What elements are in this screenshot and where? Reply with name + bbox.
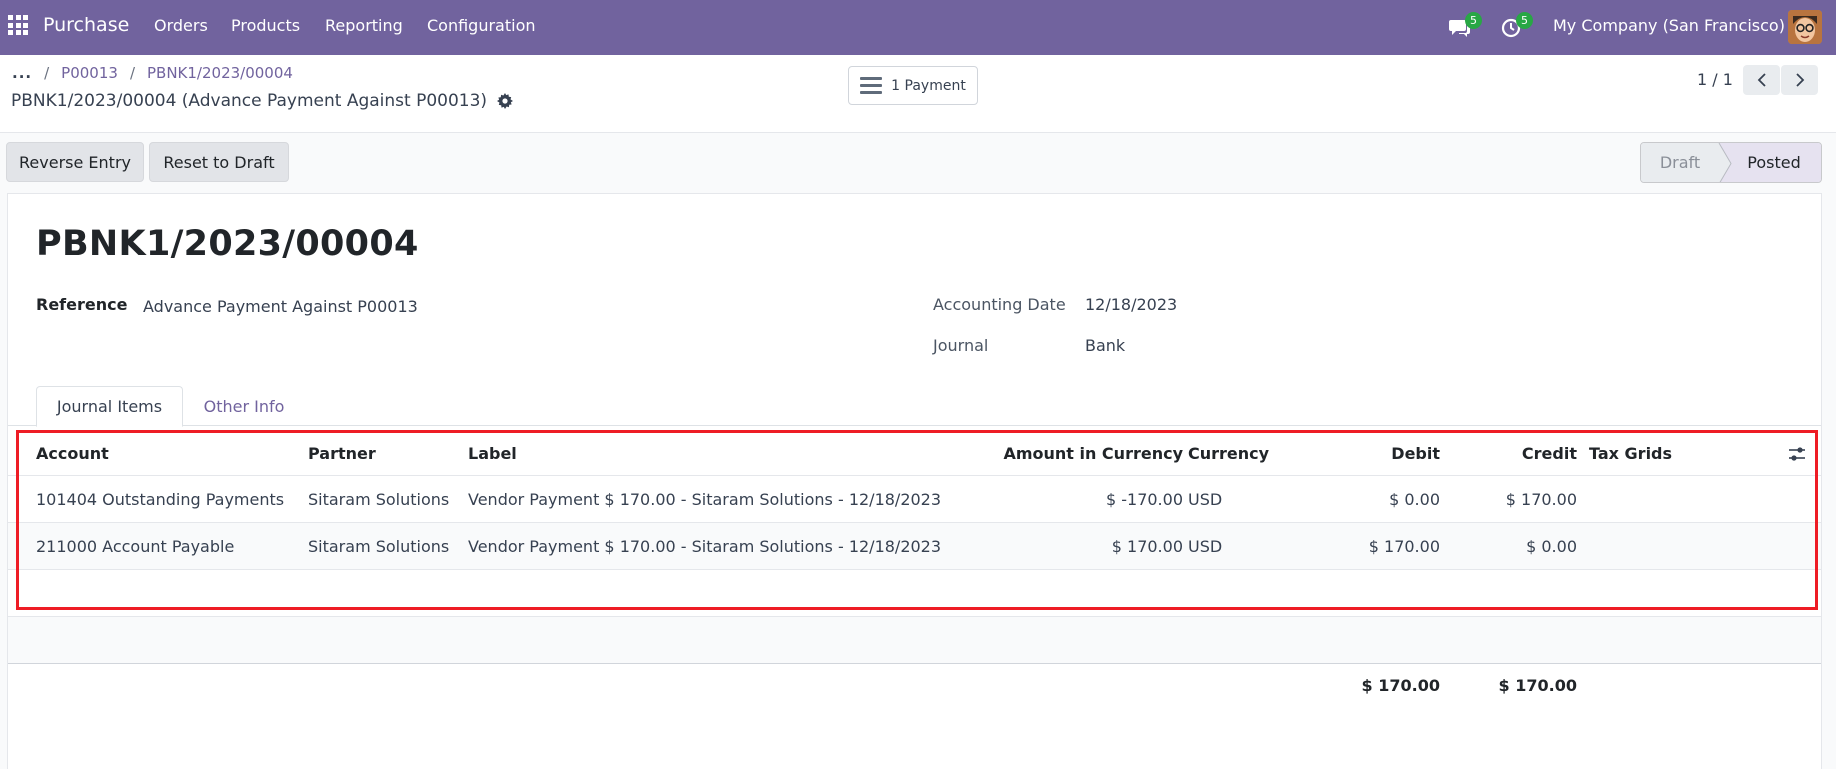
status-arrow-icon (1713, 143, 1732, 182)
notebook-tabs: Journal Items Other Info (8, 386, 1821, 427)
row-currency[interactable]: USD (1188, 490, 1222, 509)
pager-previous-button[interactable] (1743, 65, 1780, 95)
row-currency[interactable]: USD (1188, 537, 1222, 556)
header-label[interactable]: Label (468, 444, 517, 463)
reference-value[interactable]: Advance Payment Against P00013 (143, 297, 418, 316)
entry-title: PBNK1/2023/00004 (36, 224, 419, 264)
messages-badge: 5 (1465, 12, 1482, 29)
empty-row (8, 570, 1821, 617)
accounting-date-value[interactable]: 12/18/2023 (1085, 295, 1177, 314)
row-account[interactable]: 211000 Account Payable (36, 537, 234, 556)
app-grid-icon[interactable] (8, 15, 28, 35)
header-partner[interactable]: Partner (308, 444, 376, 463)
row-debit[interactable]: $ 0.00 (1308, 490, 1440, 509)
row-amount-currency[interactable]: $ -170.00 (968, 490, 1183, 509)
header-debit[interactable]: Debit (1308, 444, 1440, 463)
top-navbar: Purchase Orders Products Reporting Confi… (0, 0, 1836, 55)
chevron-right-icon (1795, 73, 1804, 87)
total-credit: $ 170.00 (1498, 676, 1577, 695)
row-label[interactable]: Vendor Payment $ 170.00 - Sitaram Soluti… (468, 537, 941, 556)
accounting-date-label: Accounting Date (933, 295, 1066, 314)
header-currency[interactable]: Currency (1188, 444, 1269, 463)
tab-journal-items[interactable]: Journal Items (36, 386, 183, 427)
row-credit[interactable]: $ 170.00 (1448, 490, 1577, 509)
header-amount-currency[interactable]: Amount in Currency (968, 444, 1183, 463)
app-name[interactable]: Purchase (43, 14, 129, 36)
row-label[interactable]: Vendor Payment $ 170.00 - Sitaram Soluti… (468, 490, 941, 509)
row-credit[interactable]: $ 0.00 (1448, 537, 1577, 556)
breadcrumb: ... / P00013 / PBNK1/2023/00004 (12, 64, 293, 82)
journal-label: Journal (933, 336, 989, 355)
table-header: Account Partner Label Amount in Currency… (8, 432, 1821, 476)
row-partner[interactable]: Sitaram Solutions (308, 537, 449, 556)
record-subtitle: PBNK1/2023/00004 (Advance Payment Agains… (11, 91, 514, 111)
reference-label: Reference (36, 295, 128, 314)
pager-value[interactable]: 1 / 1 (1697, 70, 1733, 89)
breadcrumb-purchase-order[interactable]: P00013 (61, 64, 118, 82)
status-posted[interactable]: Posted (1719, 143, 1821, 182)
tab-other-info[interactable]: Other Info (194, 386, 294, 427)
table-row[interactable]: 211000 Account Payable Sitaram Solutions… (8, 523, 1821, 570)
header-tax-grids[interactable]: Tax Grids (1589, 444, 1672, 463)
breadcrumb-entry[interactable]: PBNK1/2023/00004 (147, 64, 293, 82)
table-row[interactable]: 101404 Outstanding Payments Sitaram Solu… (8, 476, 1821, 523)
status-bar: Draft Posted (1640, 142, 1822, 183)
header-account[interactable]: Account (36, 444, 109, 463)
list-icon (860, 77, 883, 94)
header-credit[interactable]: Credit (1448, 444, 1577, 463)
reset-to-draft-button[interactable]: Reset to Draft (149, 142, 289, 182)
reverse-entry-button[interactable]: Reverse Entry (6, 142, 144, 182)
menu-products[interactable]: Products (231, 16, 300, 35)
status-draft[interactable]: Draft (1641, 143, 1719, 182)
company-switcher[interactable]: My Company (San Francisco) (1553, 16, 1785, 35)
row-account[interactable]: 101404 Outstanding Payments (36, 490, 284, 509)
action-bar: Reverse Entry Reset to Draft Draft Poste… (0, 133, 1836, 193)
control-panel: ... / P00013 / PBNK1/2023/00004 PBNK1/20… (0, 55, 1836, 133)
form-sheet: PBNK1/2023/00004 Reference Advance Payme… (7, 193, 1822, 769)
menu-orders[interactable]: Orders (154, 16, 208, 35)
user-avatar[interactable] (1788, 10, 1822, 44)
activities-badge: 5 (1516, 12, 1533, 29)
pager-next-button[interactable] (1781, 65, 1818, 95)
optional-columns-icon[interactable] (1788, 446, 1806, 462)
row-partner[interactable]: Sitaram Solutions (308, 490, 449, 509)
gear-icon[interactable] (497, 93, 514, 109)
totals-row: $ 170.00 $ 170.00 (8, 664, 1821, 708)
row-debit[interactable]: $ 170.00 (1308, 537, 1440, 556)
total-debit: $ 170.00 (1361, 676, 1440, 695)
menu-reporting[interactable]: Reporting (325, 16, 403, 35)
menu-configuration[interactable]: Configuration (427, 16, 536, 35)
row-amount-currency[interactable]: $ 170.00 (968, 537, 1183, 556)
breadcrumb-more[interactable]: ... (12, 64, 32, 82)
payments-smart-button[interactable]: 1 Payment (848, 66, 978, 105)
empty-row (8, 617, 1821, 664)
journal-value[interactable]: Bank (1085, 336, 1125, 355)
chevron-left-icon (1757, 73, 1766, 87)
